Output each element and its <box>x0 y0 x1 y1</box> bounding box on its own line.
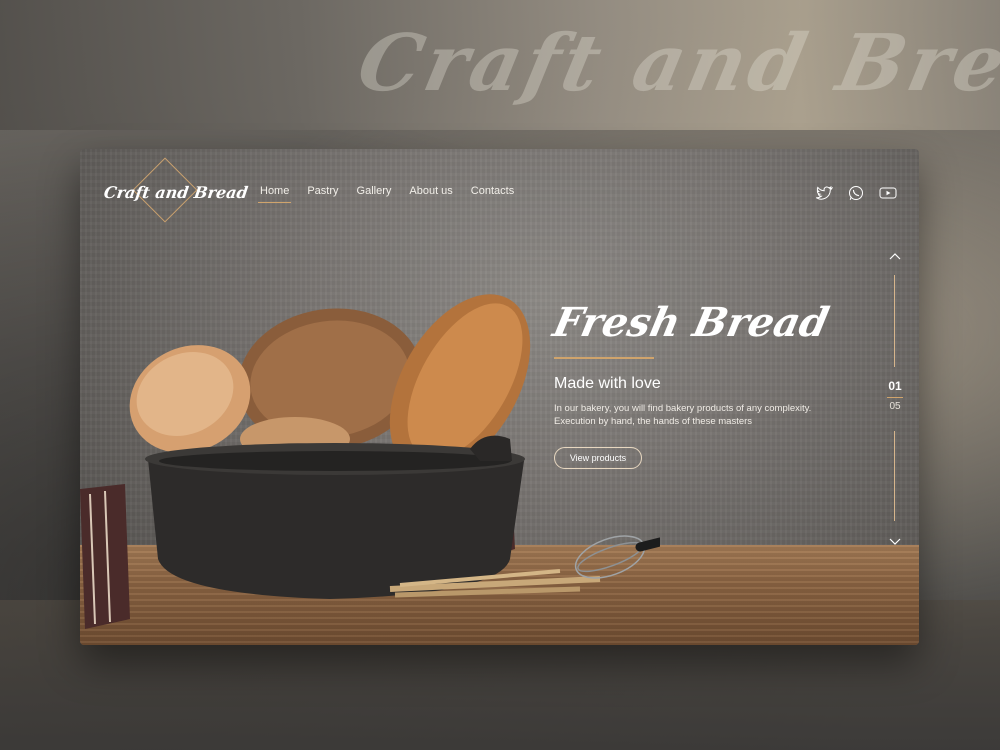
nav-item-contacts[interactable]: Contacts <box>471 185 514 203</box>
hero-description-line: Execution by hand, the hands of these ma… <box>554 416 753 427</box>
background-title: Craft and Bread <box>350 18 1000 109</box>
pager-total: 05 <box>889 401 901 412</box>
view-products-button[interactable]: View products <box>554 447 642 469</box>
nav-item-about-us[interactable]: About us <box>409 185 452 203</box>
nav-item-gallery[interactable]: Gallery <box>357 185 392 203</box>
pager-current: 01 <box>888 379 902 393</box>
hero-subtitle: Made with love <box>554 375 661 392</box>
pager-track <box>894 275 895 367</box>
logo-text: Craft and Bread <box>102 183 250 202</box>
slide-pager: 01 05 <box>887 251 903 547</box>
social-links <box>815 185 897 201</box>
hero-title: Fresh Bread <box>549 299 833 346</box>
chevron-up-icon[interactable] <box>887 251 903 263</box>
nav-item-home[interactable]: Home <box>257 185 292 203</box>
whatsapp-icon[interactable] <box>847 185 865 201</box>
youtube-icon[interactable] <box>879 185 897 201</box>
pager-divider <box>887 397 903 398</box>
chevron-down-icon[interactable] <box>887 535 903 547</box>
main-nav: Home Pastry Gallery About us Contacts <box>257 185 514 203</box>
hero-description-line: In our bakery, you will find bakery prod… <box>554 403 812 414</box>
hero-title-underline <box>554 357 654 359</box>
nav-item-pastry[interactable]: Pastry <box>307 185 338 203</box>
hero-card: Craft and Bread Home Pastry Gallery Abou… <box>80 149 919 645</box>
pager-track <box>894 431 895 521</box>
twitter-icon[interactable] <box>815 185 833 201</box>
hero-description: In our bakery, you will find bakery prod… <box>554 402 844 428</box>
logo[interactable]: Craft and Bread <box>103 157 249 223</box>
